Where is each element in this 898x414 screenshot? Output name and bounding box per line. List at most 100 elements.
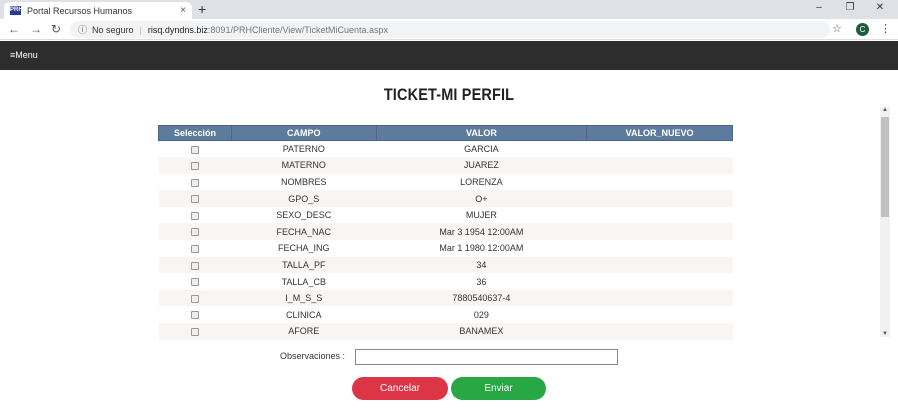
table-row: GPO_S O+ [158, 190, 733, 207]
campo-cell: TALLA_PF [231, 256, 377, 274]
row-checkbox[interactable] [190, 294, 199, 303]
row-checkbox[interactable] [190, 228, 199, 237]
row-checkbox[interactable] [190, 195, 199, 204]
row-checkbox[interactable] [190, 244, 199, 253]
reload-icon[interactable]: ↻ [51, 22, 61, 36]
maximize-icon[interactable]: ❐ [836, 2, 864, 13]
selection-cell [158, 190, 232, 207]
url-path: :8091/PRHCliente/View/TicketMiCuenta.asp… [207, 24, 389, 35]
selection-cell [158, 140, 232, 158]
campo-cell: FECHA_NAC [231, 223, 377, 241]
selection-cell [158, 173, 232, 191]
selection-cell [158, 306, 232, 324]
profile-avatar[interactable]: C [856, 23, 869, 36]
table-row: NOMBRES LORENZA [158, 173, 733, 191]
row-checkbox[interactable] [190, 145, 199, 154]
browser-tab[interactable]: PRH Portal Recursos Humanos × [4, 2, 192, 19]
selection-cell [158, 223, 232, 241]
observaciones-label: Observaciones : [280, 351, 346, 361]
observaciones-input[interactable] [355, 349, 618, 365]
cancel-button[interactable]: Cancelar [352, 377, 448, 400]
back-icon[interactable]: ← [8, 22, 20, 36]
campo-cell: AFORE [231, 323, 377, 340]
selection-cell [158, 289, 232, 307]
url-host: risq.dyndns.biz [147, 24, 208, 35]
row-checkbox[interactable] [190, 162, 199, 171]
table-row: I_M_S_S 7880540637-4 [158, 289, 733, 307]
campo-cell: TALLA_CB [231, 273, 377, 290]
valor-nuevo-cell[interactable] [586, 173, 733, 191]
valor-nuevo-cell[interactable] [586, 273, 733, 290]
favicon-icon: PRH [10, 6, 23, 15]
window-close-icon[interactable]: ✕ [866, 2, 894, 13]
scrollbar-thumb[interactable] [881, 117, 889, 217]
valor-cell: 7880540637-4 [376, 289, 587, 307]
header-valor: VALOR [375, 125, 588, 141]
campo-cell: MATERNO [231, 157, 377, 174]
valor-cell: MUJER [376, 206, 587, 224]
valor-nuevo-cell[interactable] [586, 240, 733, 257]
valor-nuevo-cell[interactable] [586, 256, 733, 274]
table-row: CLINICA 029 [158, 306, 733, 324]
row-checkbox[interactable] [190, 178, 199, 187]
minimize-icon[interactable]: – [805, 2, 833, 13]
valor-nuevo-cell[interactable] [586, 157, 733, 174]
row-checkbox[interactable] [190, 211, 199, 220]
menu-button[interactable]: ≡Menu [10, 50, 38, 60]
browser-tab-strip: PRH Portal Recursos Humanos × + – ❐ ✕ [0, 0, 898, 19]
valor-nuevo-cell[interactable] [586, 223, 733, 241]
valor-cell: BANAMEX [376, 323, 587, 340]
selection-cell [158, 273, 232, 290]
valor-nuevo-cell[interactable] [586, 306, 733, 324]
row-checkbox[interactable] [190, 261, 199, 270]
new-tab-button[interactable]: + [198, 1, 206, 17]
address-bar: ← → ↻ ⓘ No seguro | risq.dyndns.biz :809… [0, 19, 898, 40]
table-row: SEXO_DESC MUJER [158, 206, 733, 224]
table-row: FECHA_ING Mar 1 1980 12:00AM [158, 240, 733, 257]
table-row: FECHA_NAC Mar 3 1954 12:00AM [158, 223, 733, 241]
info-icon[interactable]: ⓘ [78, 23, 87, 36]
header-campo: CAMPO [230, 125, 377, 141]
row-checkbox[interactable] [190, 327, 199, 336]
valor-nuevo-cell[interactable] [586, 323, 733, 340]
site-navbar: ≡Menu [0, 41, 898, 70]
scroll-down-icon[interactable]: ▼ [882, 331, 888, 337]
table-row: TALLA_PF 34 [158, 256, 733, 274]
forward-icon[interactable]: → [30, 22, 42, 36]
valor-nuevo-cell[interactable] [586, 190, 733, 207]
valor-nuevo-cell[interactable] [586, 140, 733, 158]
header-seleccion: Selección [158, 125, 232, 141]
selection-cell [158, 256, 232, 274]
valor-cell: 34 [376, 256, 587, 274]
valor-cell: GARCIA [376, 140, 587, 158]
url-field[interactable]: ⓘ No seguro | risq.dyndns.biz :8091/PRHC… [70, 21, 830, 38]
table-row: TALLA_CB 36 [158, 273, 733, 290]
valor-cell: Mar 1 1980 12:00AM [376, 240, 587, 257]
valor-nuevo-cell[interactable] [586, 289, 733, 307]
selection-cell [158, 157, 232, 174]
row-checkbox[interactable] [190, 311, 199, 320]
tab-close-icon[interactable]: × [180, 5, 186, 16]
valor-cell: LORENZA [376, 173, 587, 191]
valor-cell: Mar 3 1954 12:00AM [376, 223, 587, 241]
campo-cell: NOMBRES [231, 173, 377, 191]
campo-cell: FECHA_ING [231, 240, 377, 257]
valor-cell: JUAREZ [376, 157, 587, 174]
page-title: TICKET-MI PERFIL [383, 85, 515, 104]
bookmark-star-icon[interactable]: ☆ [832, 22, 842, 35]
vertical-scrollbar[interactable]: ▲ ▼ [880, 107, 890, 337]
selection-cell [158, 206, 232, 224]
table-row: MATERNO JUAREZ [158, 157, 733, 174]
valor-nuevo-cell[interactable] [586, 206, 733, 224]
valor-cell: 029 [376, 306, 587, 324]
selection-cell [158, 240, 232, 257]
campo-cell: CLINICA [231, 306, 377, 324]
tab-title: Portal Recursos Humanos [27, 5, 133, 16]
browser-menu-icon[interactable]: ⋮ [880, 22, 891, 35]
row-checkbox[interactable] [190, 278, 199, 287]
send-button[interactable]: Enviar [451, 377, 546, 400]
table-row: PATERNO GARCIA [158, 140, 733, 158]
profile-grid: Selección CAMPO VALOR VALOR_NUEVO PATERN… [158, 125, 733, 340]
scroll-up-icon[interactable]: ▲ [882, 107, 888, 113]
url-separator: | [139, 24, 142, 35]
